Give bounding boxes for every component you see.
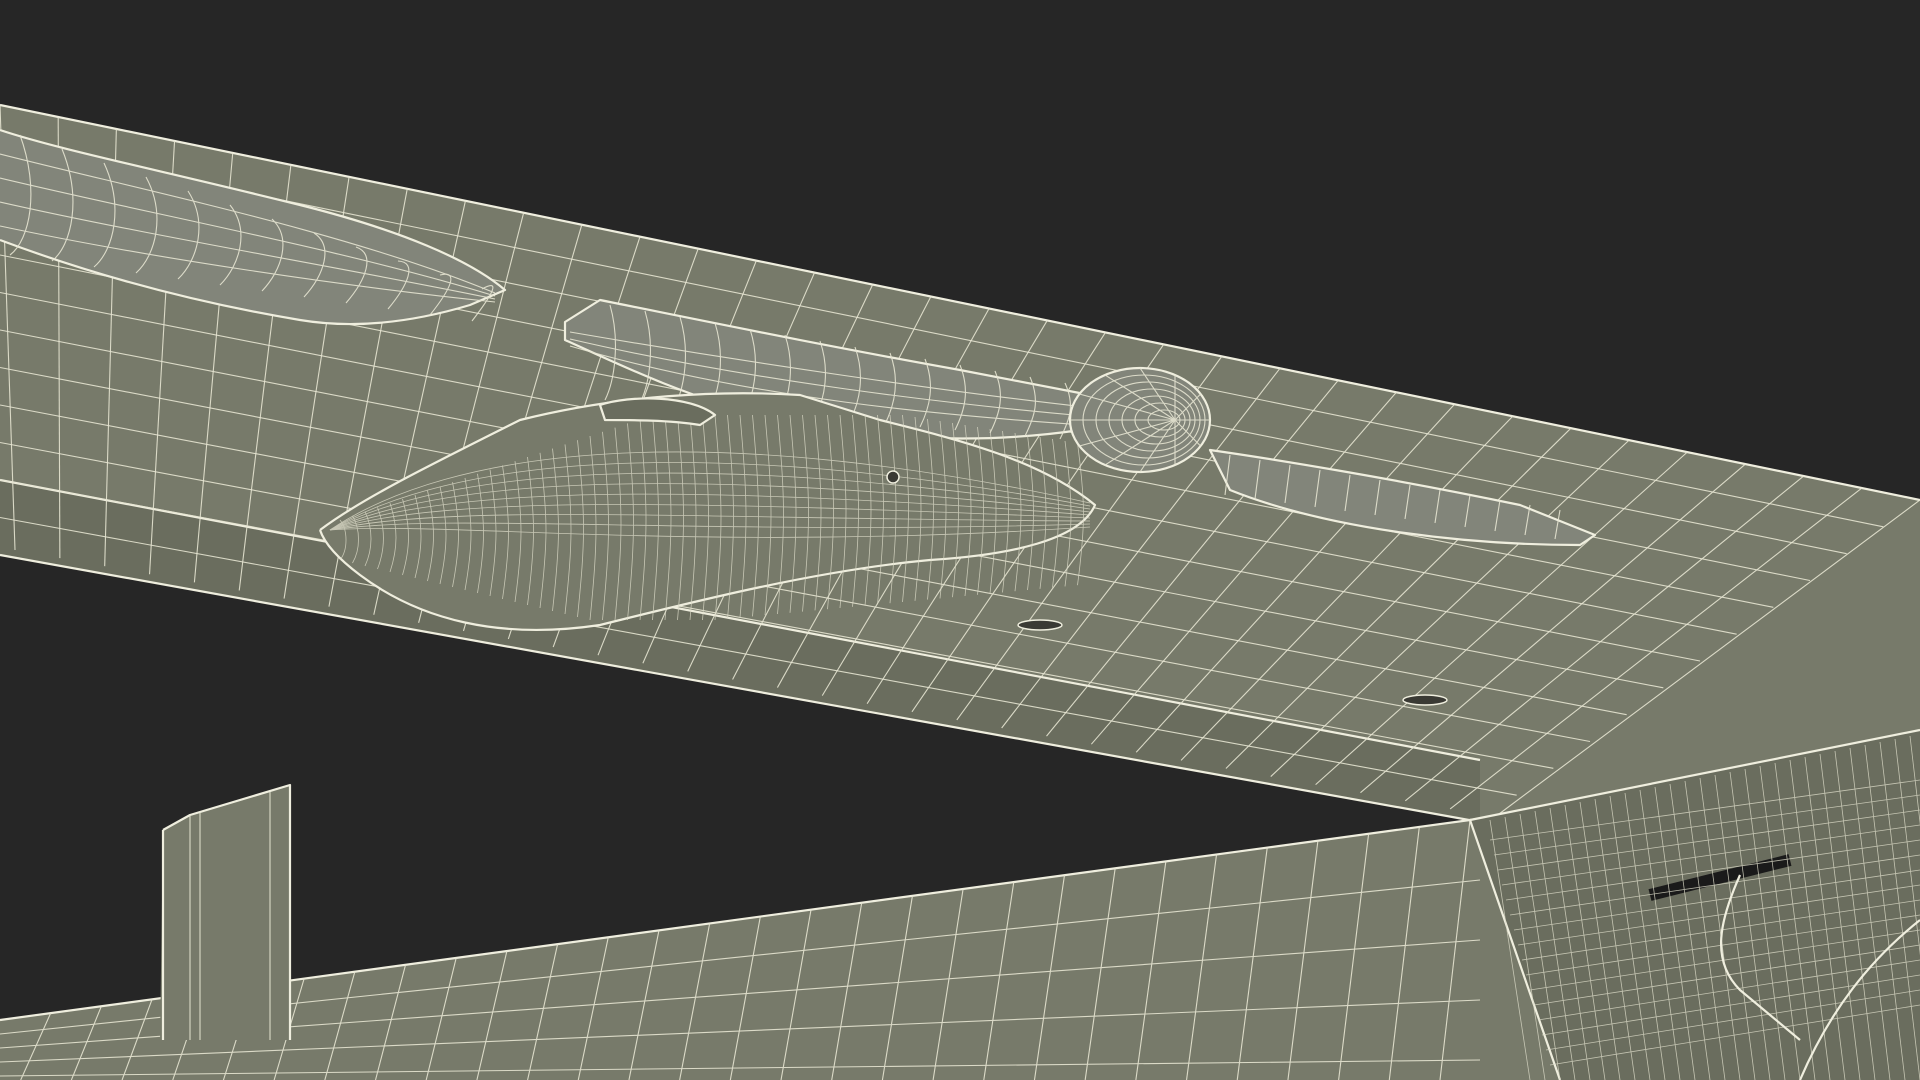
access-panel xyxy=(1402,694,1448,706)
vertical-fin xyxy=(160,783,292,1040)
render-viewport xyxy=(0,0,1920,1080)
access-panel xyxy=(1017,619,1063,631)
wireframe-render xyxy=(0,103,1920,1080)
